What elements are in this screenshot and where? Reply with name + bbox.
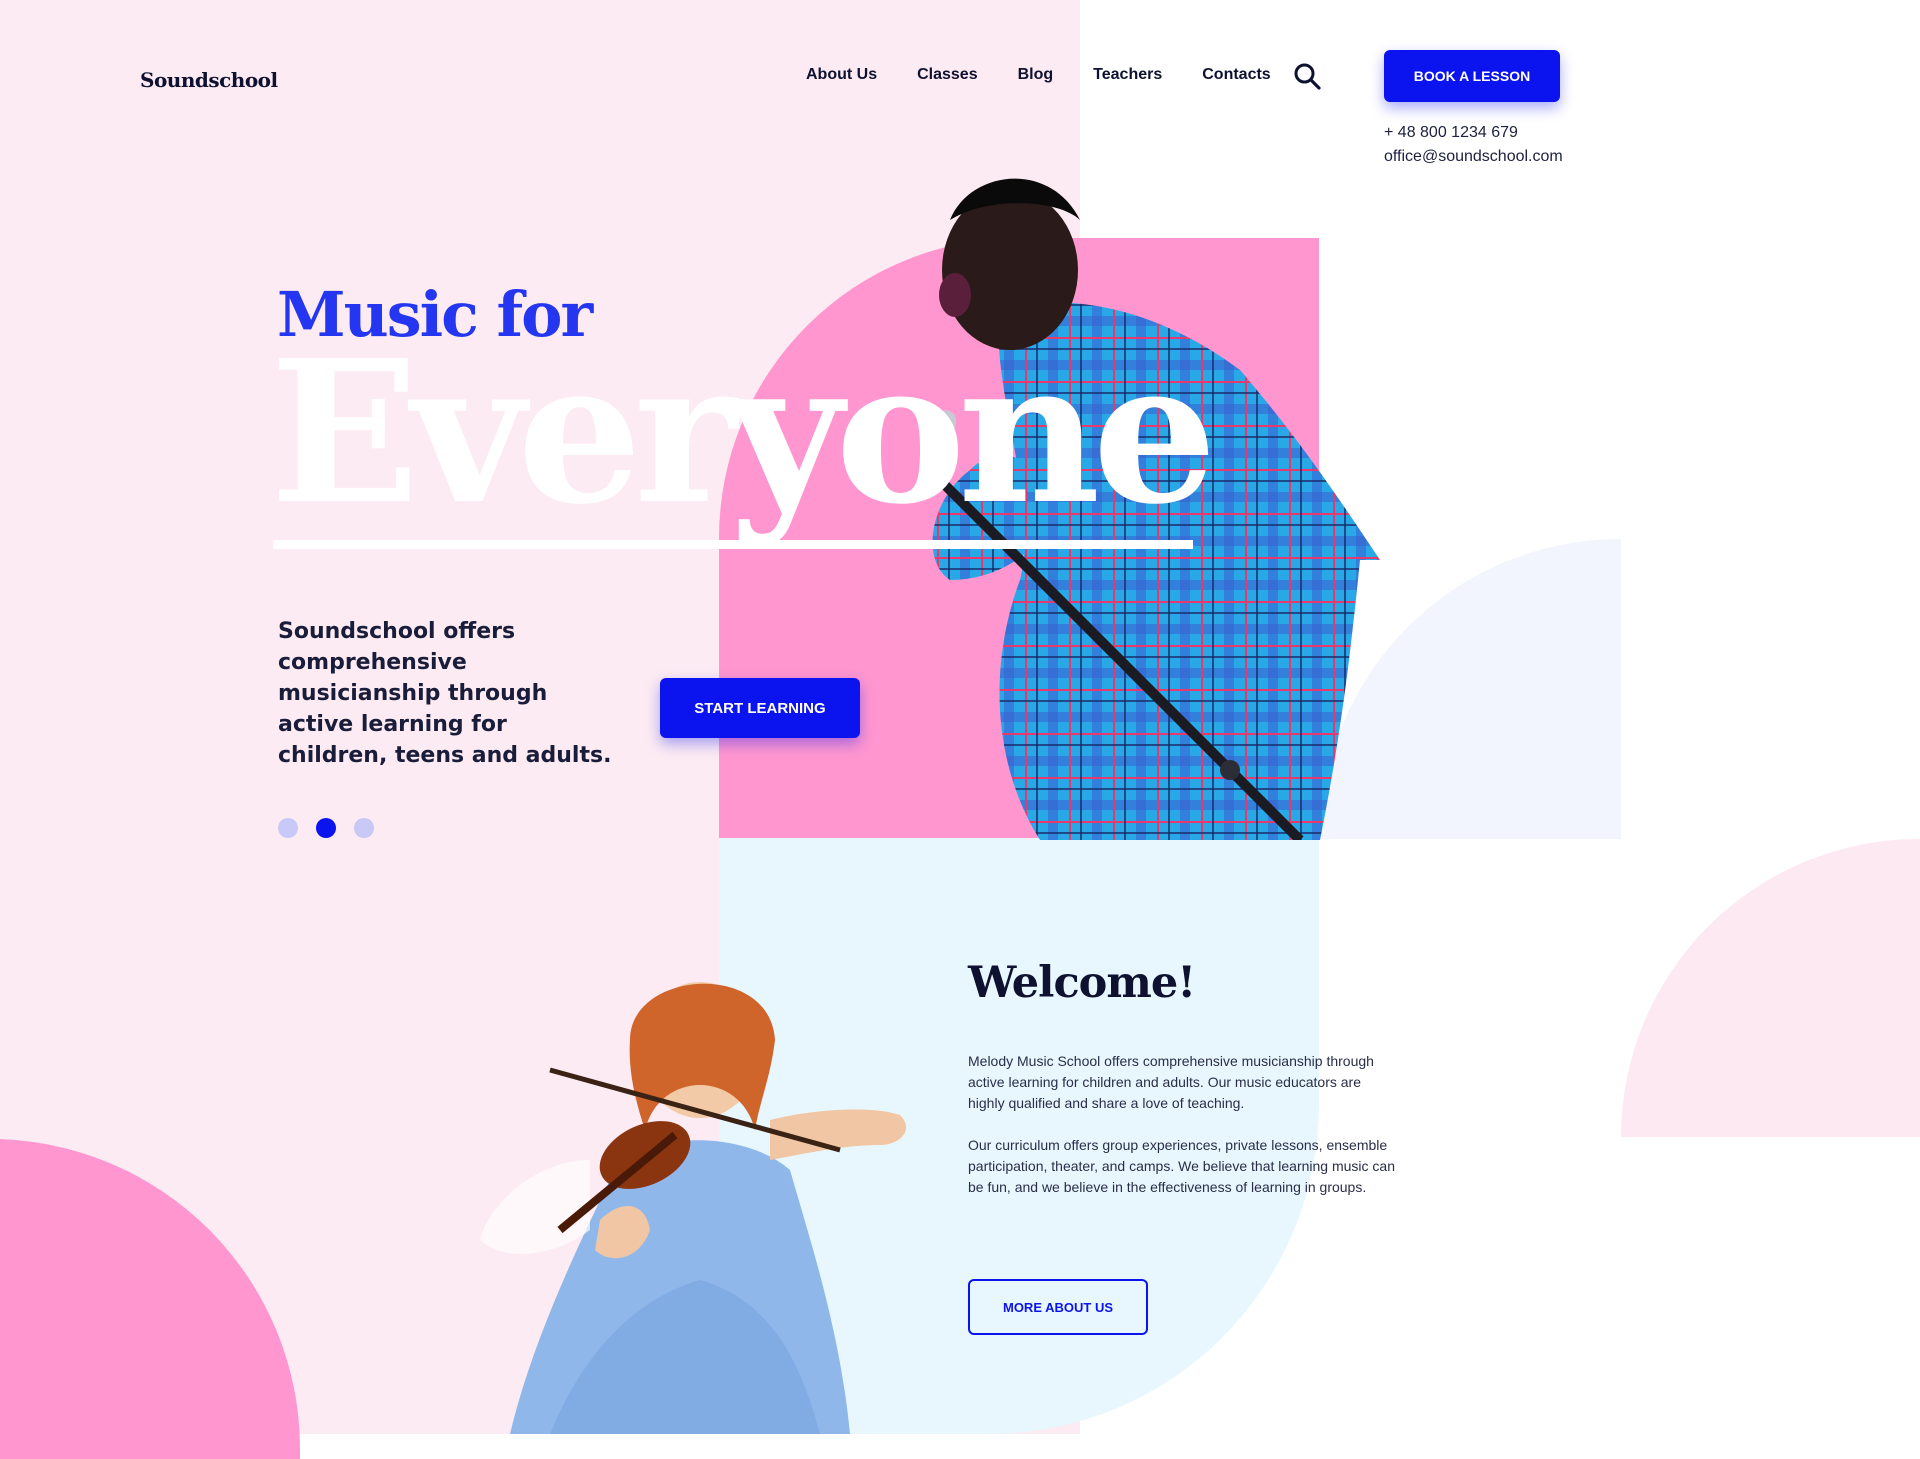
- search-icon[interactable]: [1293, 62, 1321, 90]
- decor-pink-quarter-right: [1621, 839, 1920, 1137]
- nav-classes[interactable]: Classes: [917, 66, 978, 84]
- slider-dot-2[interactable]: [316, 818, 336, 838]
- hero-title-large: Everyone: [270, 318, 1217, 548]
- welcome-paragraph-2: Our curriculum offers group experiences,…: [968, 1137, 1395, 1195]
- welcome-paragraph-1: Melody Music School offers comprehensive…: [968, 1053, 1374, 1111]
- nav-contacts[interactable]: Contacts: [1202, 66, 1270, 84]
- slider-dot-3[interactable]: [354, 818, 374, 838]
- slider-dot-1[interactable]: [278, 818, 298, 838]
- more-about-us-button[interactable]: MORE ABOUT US: [968, 1279, 1148, 1335]
- nav-teachers[interactable]: Teachers: [1093, 66, 1162, 84]
- welcome-title: Welcome!: [968, 958, 1196, 1008]
- slider-dots: [278, 818, 374, 838]
- hero-title-underline: [273, 540, 1193, 549]
- book-lesson-button[interactable]: BOOK A LESSON: [1384, 50, 1560, 102]
- logo[interactable]: Soundschool: [140, 68, 278, 92]
- hero-description: Soundschool offers comprehensive musicia…: [278, 619, 612, 768]
- main-nav: About Us Classes Blog Teachers Contacts: [806, 66, 1271, 84]
- start-learning-button[interactable]: START LEARNING: [660, 678, 860, 738]
- violin-girl-photo: [480, 982, 907, 1434]
- nav-about-us[interactable]: About Us: [806, 66, 877, 84]
- nav-blog[interactable]: Blog: [1018, 66, 1054, 84]
